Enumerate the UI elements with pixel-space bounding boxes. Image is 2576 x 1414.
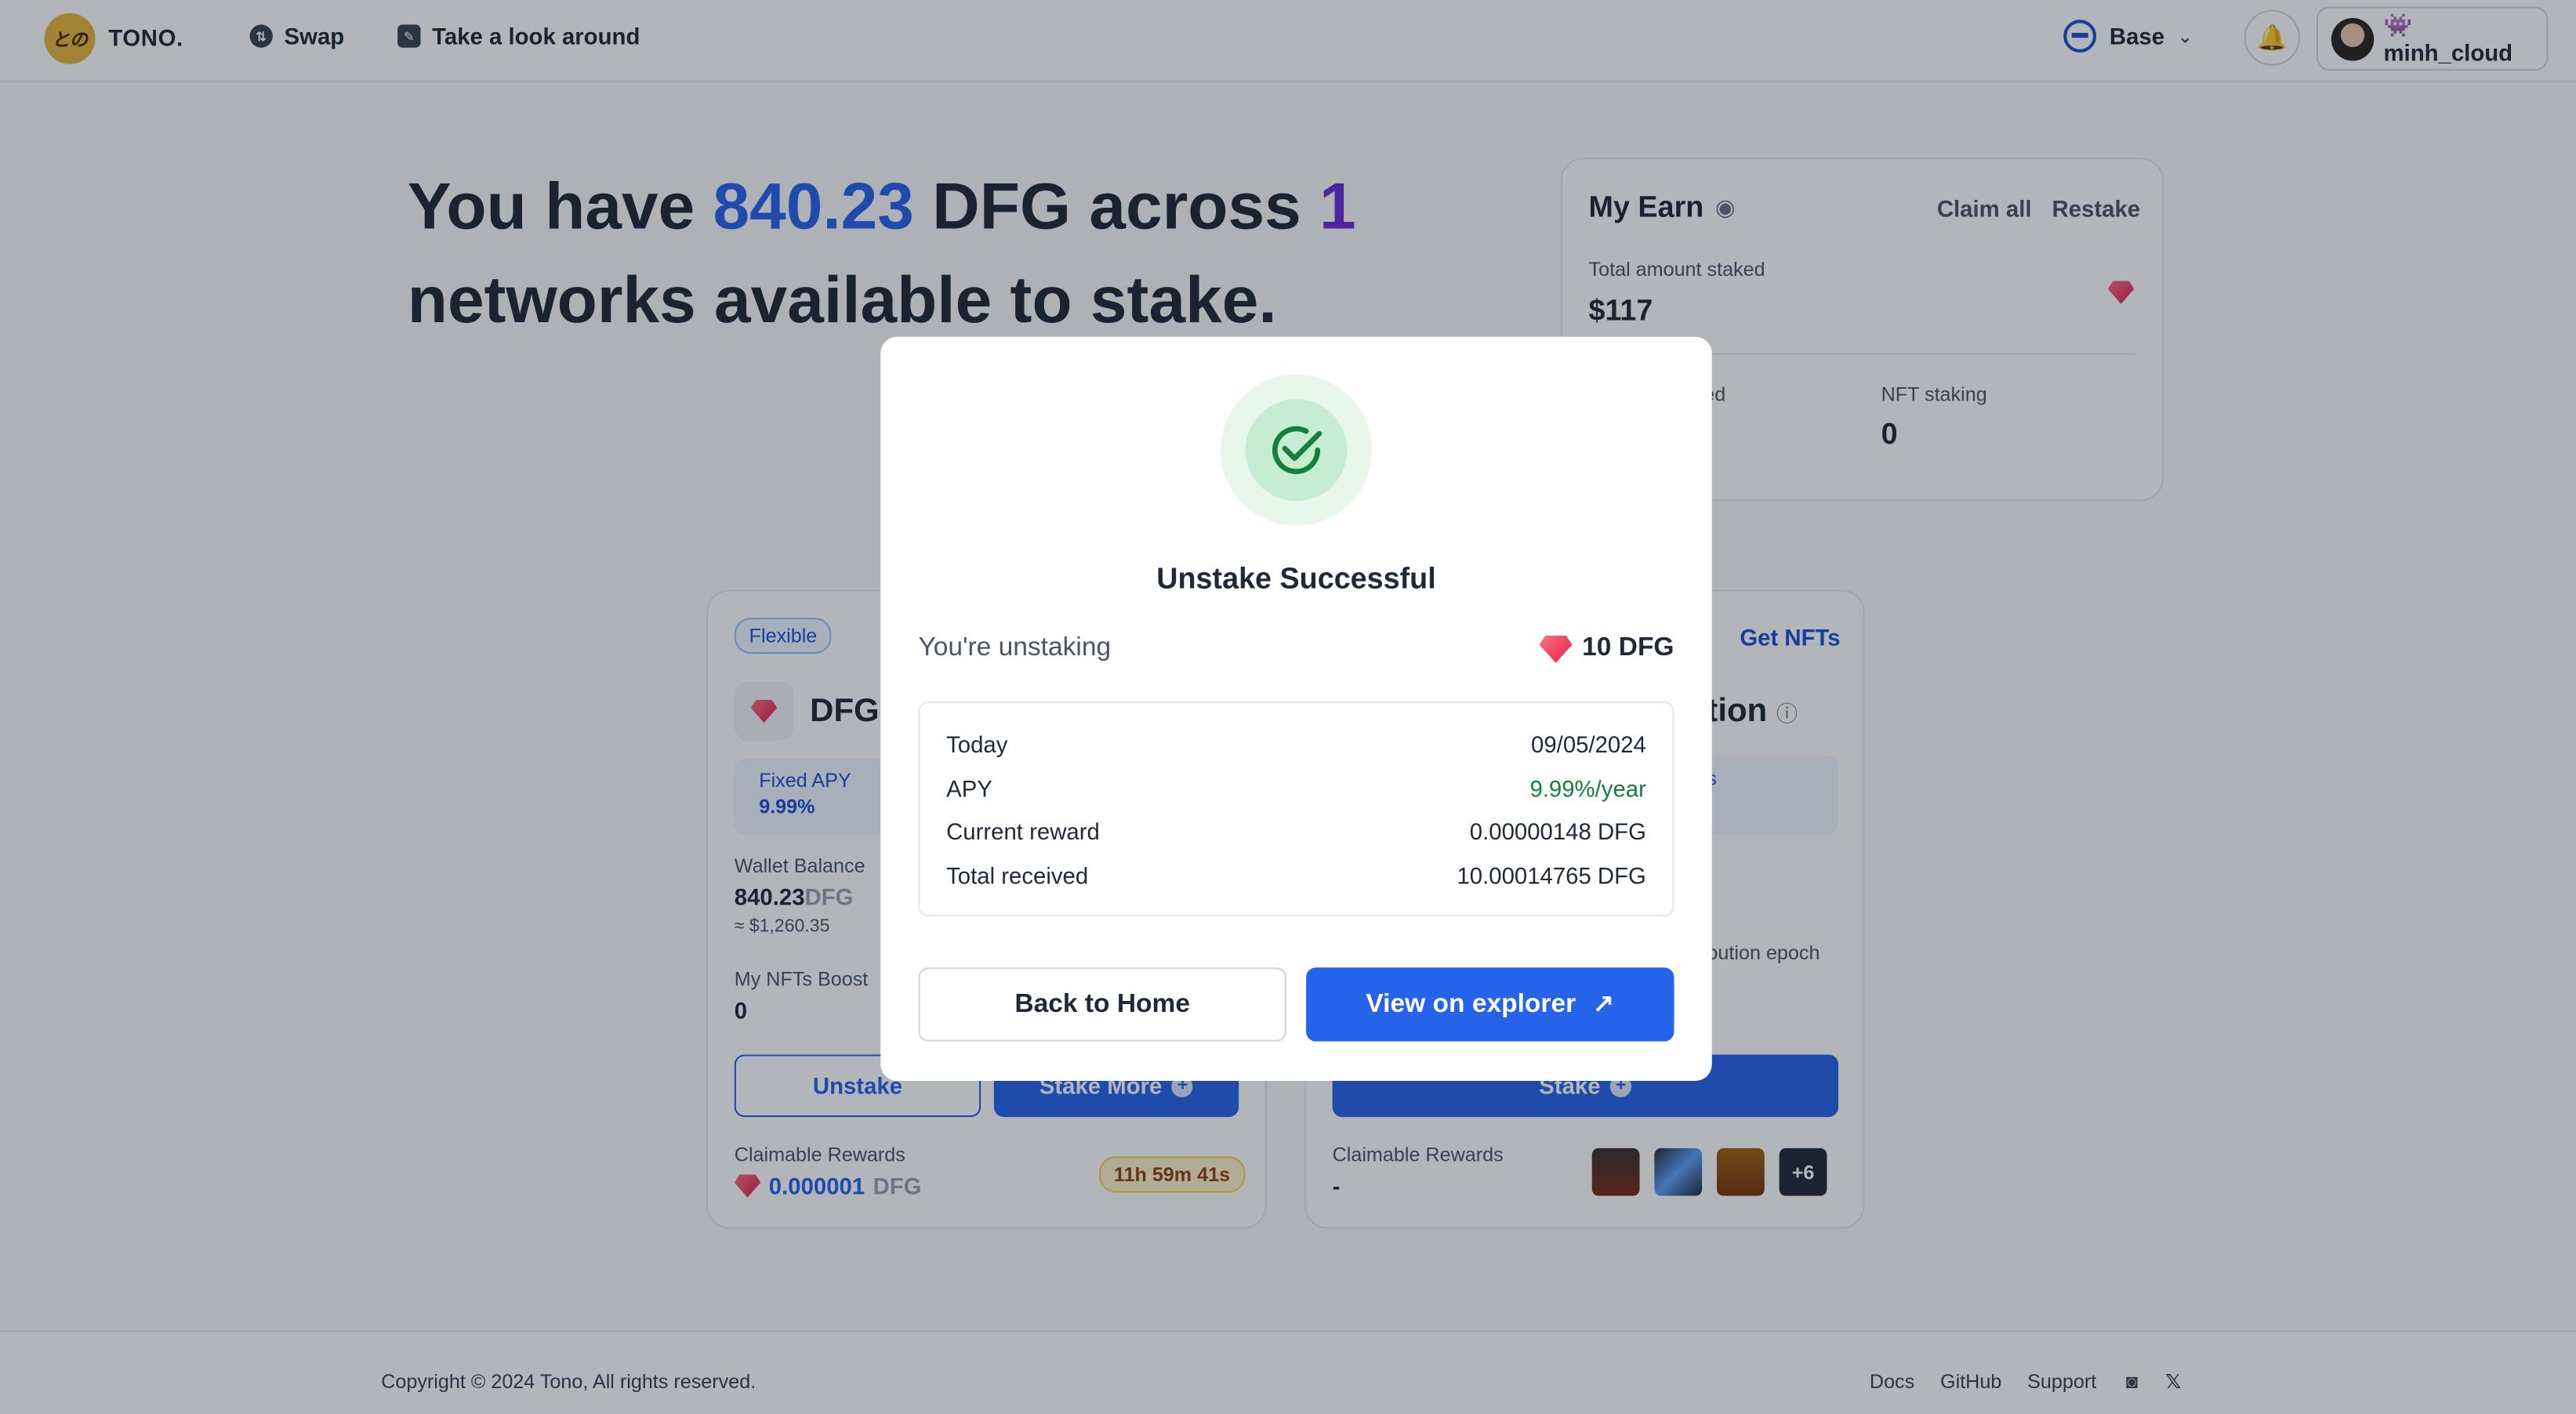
detail-row-apy: APY 9.99%/year bbox=[946, 775, 1646, 802]
detail-value: 9.99%/year bbox=[1529, 775, 1646, 802]
view-on-explorer-button[interactable]: View on explorer ↗ bbox=[1306, 967, 1674, 1042]
unstaking-amount: 10 DFG bbox=[1582, 633, 1674, 662]
detail-row-today: Today 09/05/2024 bbox=[946, 731, 1646, 758]
detail-value: 09/05/2024 bbox=[1531, 731, 1646, 758]
detail-value: 10.00014765 DFG bbox=[1457, 862, 1646, 889]
detail-label: Today bbox=[946, 731, 1008, 758]
back-to-home-button[interactable]: Back to Home bbox=[918, 967, 1286, 1042]
page-background: との TONO. ⇅ Swap ✎ Take a look around Bas… bbox=[0, 0, 2576, 1414]
detail-label: Current reward bbox=[946, 818, 1100, 845]
unstake-success-modal: Unstake Successful You're unstaking 10 D… bbox=[880, 336, 1712, 1081]
unstake-details-table: Today 09/05/2024 APY 9.99%/year Current … bbox=[918, 701, 1674, 917]
success-badge bbox=[1221, 374, 1372, 526]
unstaking-value: 10 DFG bbox=[1539, 633, 1674, 664]
dfg-gem-icon bbox=[1539, 634, 1573, 663]
detail-row-current-reward: Current reward 0.00000148 DFG bbox=[946, 818, 1646, 845]
detail-value: 0.00000148 DFG bbox=[1469, 818, 1646, 845]
detail-label: Total received bbox=[946, 862, 1089, 889]
unstaking-label: You're unstaking bbox=[918, 633, 1112, 662]
detail-row-total-received: Total received 10.00014765 DFG bbox=[946, 862, 1646, 889]
view-on-explorer-label: View on explorer bbox=[1366, 989, 1576, 1018]
external-link-icon: ↗ bbox=[1592, 991, 1615, 1020]
modal-title: Unstake Successful bbox=[1156, 561, 1436, 595]
success-check-icon bbox=[1245, 399, 1348, 502]
detail-label: APY bbox=[946, 775, 992, 802]
